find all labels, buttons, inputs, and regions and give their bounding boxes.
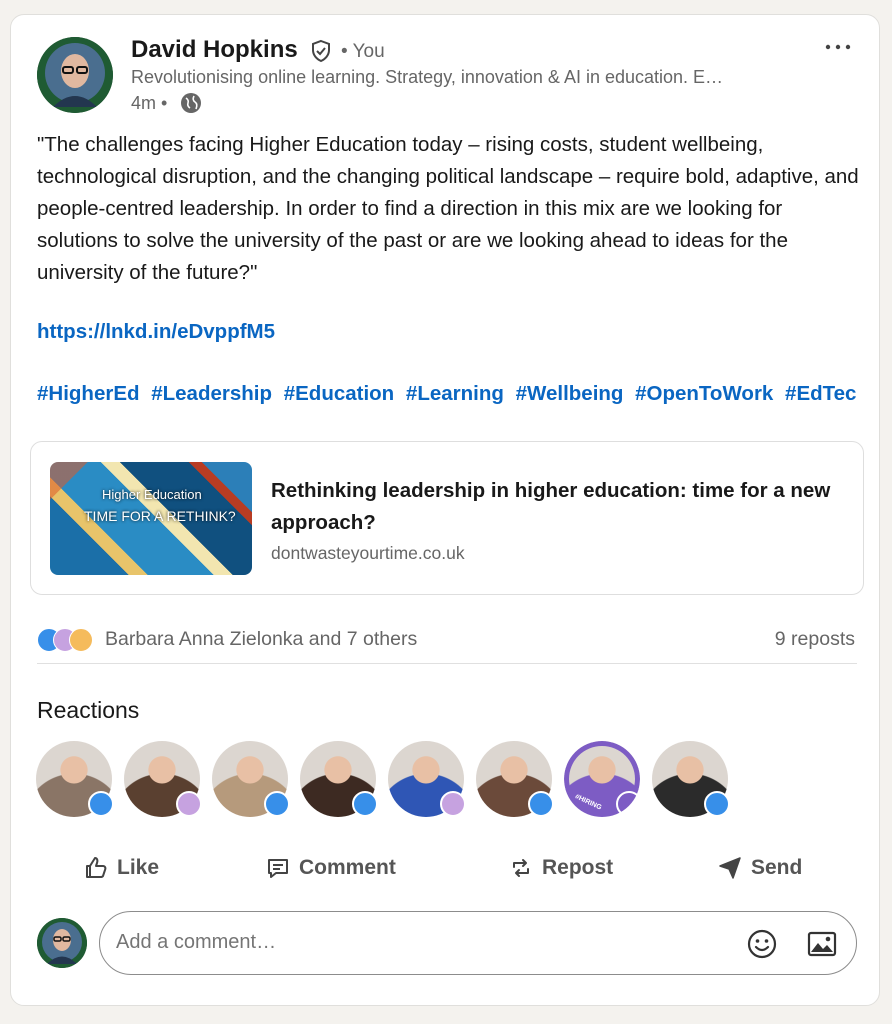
insightful-reaction-icon [616, 791, 642, 817]
hashtag[interactable]: #Wellbeing [516, 382, 624, 405]
link-preview-image[interactable]: Higher Education TIME FOR A RETHINK? [50, 462, 252, 575]
like-reaction-icon [704, 791, 730, 817]
reactor-avatar[interactable] [388, 741, 466, 817]
hashtag[interactable]: #Education [284, 382, 395, 405]
hashtag[interactable]: #OpenToWork [635, 382, 773, 405]
reaction-summary-icons[interactable] [37, 628, 101, 652]
reactor-avatar[interactable] [300, 741, 378, 817]
like-reaction-icon [352, 791, 378, 817]
link-preview-title[interactable]: Rethinking leadership in higher educatio… [271, 475, 841, 539]
reactor-avatar[interactable] [476, 741, 554, 817]
support-reaction-icon [176, 791, 202, 817]
image-icon[interactable] [806, 928, 838, 965]
comment-box [99, 911, 857, 975]
relation-label: • You [341, 41, 385, 62]
hiring-badge: #HIRING [573, 793, 603, 812]
more-options-icon[interactable] [823, 37, 853, 57]
thumbs-up-icon [86, 857, 107, 878]
globe-icon [180, 92, 202, 119]
comment-icon [268, 859, 288, 878]
insightful-icon [69, 628, 93, 652]
comment-input[interactable] [116, 931, 676, 954]
author-name[interactable]: David Hopkins [131, 36, 298, 64]
like-label: Like [117, 856, 160, 879]
current-user-avatar[interactable] [37, 918, 87, 968]
relation-text: You [352, 41, 385, 62]
author-avatar[interactable] [37, 37, 113, 113]
hashtag[interactable]: #Leadership [151, 382, 272, 405]
feed-post-card: David Hopkins • You Revolutionising onli… [10, 14, 880, 1006]
like-reaction-icon [528, 791, 554, 817]
repost-label: Repost [542, 856, 614, 879]
reactions-heading: Reactions [37, 697, 140, 723]
support-reaction-icon [440, 791, 466, 817]
like-reaction-icon [264, 791, 290, 817]
reactor-avatar[interactable] [36, 741, 114, 817]
comment-button[interactable]: Comment [265, 851, 396, 885]
link-preview-card[interactable]: Higher Education TIME FOR A RETHINK? Ret… [30, 441, 864, 595]
emoji-icon[interactable] [746, 928, 778, 965]
reactor-avatar[interactable] [124, 741, 202, 817]
post-text: "The challenges facing Higher Education … [37, 133, 859, 284]
verified-shield-icon [309, 39, 333, 68]
hashtag-list: #HigherEd #Leadership #Education #Learni… [37, 382, 857, 406]
like-button[interactable]: Like [83, 851, 159, 885]
send-label: Send [751, 856, 803, 879]
reposts-count[interactable]: 9 reposts [775, 628, 855, 651]
hashtag[interactable]: #HigherEd [37, 382, 140, 405]
reactors-summary[interactable]: Barbara Anna Zielonka and 7 others [105, 628, 417, 651]
hashtag[interactable]: #Learning [406, 382, 504, 405]
reactor-avatar[interactable] [212, 741, 290, 817]
preview-image-line2: TIME FOR A RETHINK? [84, 508, 236, 524]
divider [37, 663, 857, 664]
repost-icon [513, 859, 529, 877]
time-text: 4m [131, 93, 157, 113]
reactor-avatar[interactable]: #HIRING [564, 741, 642, 817]
author-headline: Revolutionising online learning. Strateg… [131, 67, 724, 87]
post-link[interactable]: https://lnkd.in/eDvppfM5 [37, 320, 275, 344]
comment-label: Comment [299, 856, 396, 879]
send-icon [719, 857, 741, 879]
send-button[interactable]: Send [717, 851, 802, 885]
repost-button[interactable]: Repost [508, 851, 613, 885]
post-timestamp: 4m • [131, 93, 168, 113]
preview-image-line1: Higher Education [102, 487, 202, 502]
link-preview-domain: dontwasteyourtime.co.uk [271, 543, 465, 563]
like-reaction-icon [88, 791, 114, 817]
reactor-avatar[interactable] [652, 741, 730, 817]
hashtag[interactable]: #EdTech [785, 382, 857, 405]
